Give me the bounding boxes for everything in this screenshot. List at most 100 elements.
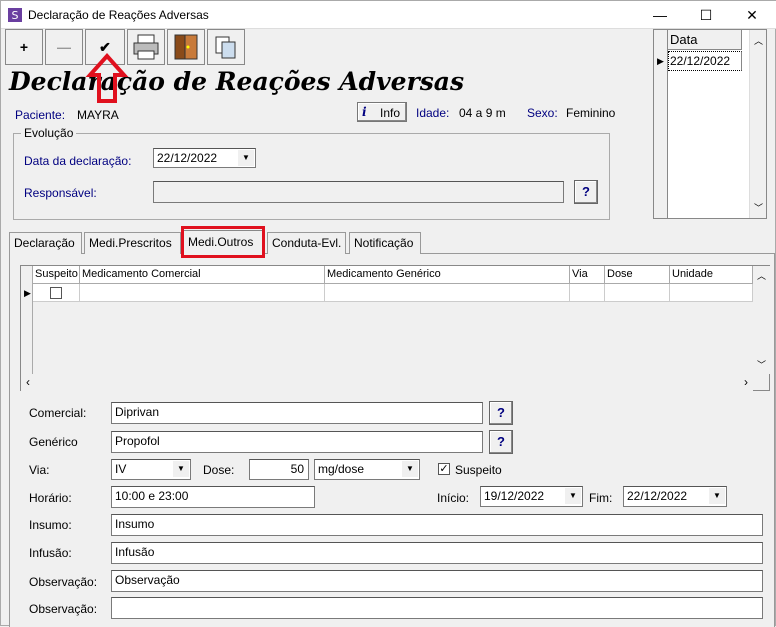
dates-grid[interactable]: Data ▶ 22/12/2022 ︿ ﹀	[653, 29, 767, 219]
app-icon: S	[8, 8, 22, 22]
evolucao-group	[13, 133, 610, 220]
tab-declaracao[interactable]: Declaração	[9, 232, 82, 254]
suspeito-form-checkbox[interactable]: ✓	[438, 463, 450, 475]
suspeito-form-label: Suspeito	[455, 463, 502, 477]
declaration-date-field[interactable]: 22/12/2022 ▼	[153, 148, 256, 168]
dates-grid-row[interactable]: 22/12/2022	[668, 51, 742, 71]
maximize-button[interactable]: ☐	[683, 1, 729, 29]
print-button[interactable]	[127, 29, 165, 65]
minimize-button[interactable]: —	[637, 1, 683, 29]
chevron-down-icon[interactable]: ▼	[709, 488, 725, 504]
cell-via[interactable]	[570, 284, 605, 302]
highlight-annotation	[181, 226, 265, 258]
cell-dose[interactable]	[605, 284, 670, 302]
grid-horizontal-scrollbar[interactable]: ‹ ›	[21, 374, 753, 391]
observacao-label: Observação:	[29, 575, 98, 589]
chevron-up-icon[interactable]: ︿	[754, 34, 763, 47]
grid-vertical-scrollbar[interactable]: ︿ ﹀	[753, 266, 770, 374]
generico-field[interactable]: Propofol	[111, 431, 483, 453]
tab-medi-prescritos[interactable]: Medi.Prescritos	[84, 232, 181, 254]
declaration-date-label: Data da declaração:	[24, 154, 132, 168]
chevron-up-icon[interactable]: ︿	[757, 269, 766, 282]
chevron-down-icon[interactable]: ▼	[173, 461, 189, 477]
generico-help-button[interactable]: ?	[489, 430, 513, 454]
fim-label: Fim:	[589, 491, 613, 505]
copy-button[interactable]	[207, 29, 245, 65]
observacao2-field[interactable]	[111, 597, 763, 619]
chevron-down-icon[interactable]: ▼	[565, 488, 581, 504]
age-value: 04 a 9 m	[459, 106, 506, 120]
svg-text:S: S	[12, 9, 19, 22]
responsavel-field[interactable]	[153, 181, 564, 203]
col-unidade[interactable]: Unidade	[670, 266, 753, 284]
dates-grid-header: Data	[668, 30, 742, 50]
chevron-left-icon[interactable]: ‹	[26, 375, 30, 389]
col-dose[interactable]: Dose	[605, 266, 670, 284]
medication-grid[interactable]: ▶ Suspeito Medicamento Comercial Medicam…	[20, 265, 770, 391]
insumo-label: Insumo:	[29, 518, 72, 532]
info-label: Info	[380, 106, 401, 120]
horario-label: Horário:	[29, 491, 72, 505]
copy-icon	[215, 36, 236, 59]
fim-value: 22/12/2022	[627, 489, 688, 503]
cell-generico[interactable]	[325, 284, 570, 302]
cell-suspeito[interactable]	[33, 284, 80, 302]
chevron-right-icon[interactable]: ›	[744, 375, 748, 389]
insumo-field[interactable]: Insumo	[111, 514, 763, 536]
horario-field[interactable]: 10:00 e 23:00	[111, 486, 315, 508]
responsavel-help-button[interactable]: ?	[574, 180, 598, 204]
close-button[interactable]: ✕	[729, 1, 775, 29]
title-bar: S Declaração de Reações Adversas — ☐ ✕	[1, 1, 776, 29]
chevron-down-icon[interactable]: ▼	[402, 461, 418, 477]
cell-comercial[interactable]	[80, 284, 325, 302]
via-value: IV	[115, 462, 127, 476]
info-button[interactable]: i Info	[357, 102, 407, 122]
tab-conduta-evl[interactable]: Conduta-Evl.	[267, 232, 346, 254]
plus-icon: +	[19, 39, 29, 55]
up-arrow-annotation-icon	[85, 53, 129, 103]
fim-date-field[interactable]: 22/12/2022 ▼	[623, 486, 727, 507]
infusao-field[interactable]: Infusão	[111, 542, 763, 564]
inicio-date-field[interactable]: 19/12/2022 ▼	[480, 486, 583, 507]
comercial-label: Comercial:	[29, 406, 87, 420]
col-suspeito[interactable]: Suspeito	[33, 266, 80, 284]
col-medicamento-comercial[interactable]: Medicamento Comercial	[80, 266, 325, 284]
patient-label: Paciente:	[15, 108, 66, 122]
add-button[interactable]: +	[5, 29, 43, 65]
col-medicamento-generico[interactable]: Medicamento Genérico	[325, 266, 570, 284]
inicio-label: Início:	[437, 491, 470, 505]
exit-button[interactable]	[167, 29, 205, 65]
info-icon: i	[362, 105, 367, 119]
col-via[interactable]: Via	[570, 266, 605, 284]
observacao-field[interactable]: Observação	[111, 570, 763, 592]
dose-field[interactable]: 50	[249, 459, 309, 480]
remove-button[interactable]: —	[45, 29, 83, 65]
suspeito-checkbox[interactable]	[50, 287, 62, 299]
app-window: S Declaração de Reações Adversas — ☐ ✕ +…	[0, 0, 776, 627]
evolucao-group-title: Evolução	[21, 126, 77, 140]
dates-grid-scrollbar[interactable]: ︿ ﹀	[749, 30, 766, 218]
age-label: Idade:	[416, 106, 450, 120]
via-label: Via:	[29, 463, 50, 477]
row-pointer-icon: ▶	[657, 56, 664, 66]
responsavel-label: Responsável:	[24, 186, 97, 200]
unit-value: mg/dose	[318, 462, 365, 476]
infusao-label: Infusão:	[29, 546, 72, 560]
sex-label: Sexo:	[527, 106, 558, 120]
printer-icon	[133, 34, 159, 60]
observacao2-label: Observação:	[29, 602, 98, 616]
comercial-help-button[interactable]: ?	[489, 401, 513, 425]
tab-notificacao[interactable]: Notificação	[349, 232, 421, 254]
cell-unidade[interactable]	[670, 284, 753, 302]
unit-select[interactable]: mg/dose ▼	[314, 459, 420, 480]
comercial-field[interactable]: Diprivan	[111, 402, 483, 424]
chevron-down-icon[interactable]: ﹀	[754, 201, 763, 214]
chevron-down-icon[interactable]: ▼	[238, 150, 254, 166]
via-select[interactable]: IV ▼	[111, 459, 191, 480]
row-pointer-icon: ▶	[24, 288, 31, 298]
chevron-down-icon[interactable]: ﹀	[757, 358, 766, 371]
window-title: Declaração de Reações Adversas	[28, 8, 209, 22]
minus-icon: —	[57, 39, 71, 55]
door-exit-icon	[174, 34, 198, 60]
generico-label: Genérico	[29, 435, 78, 449]
